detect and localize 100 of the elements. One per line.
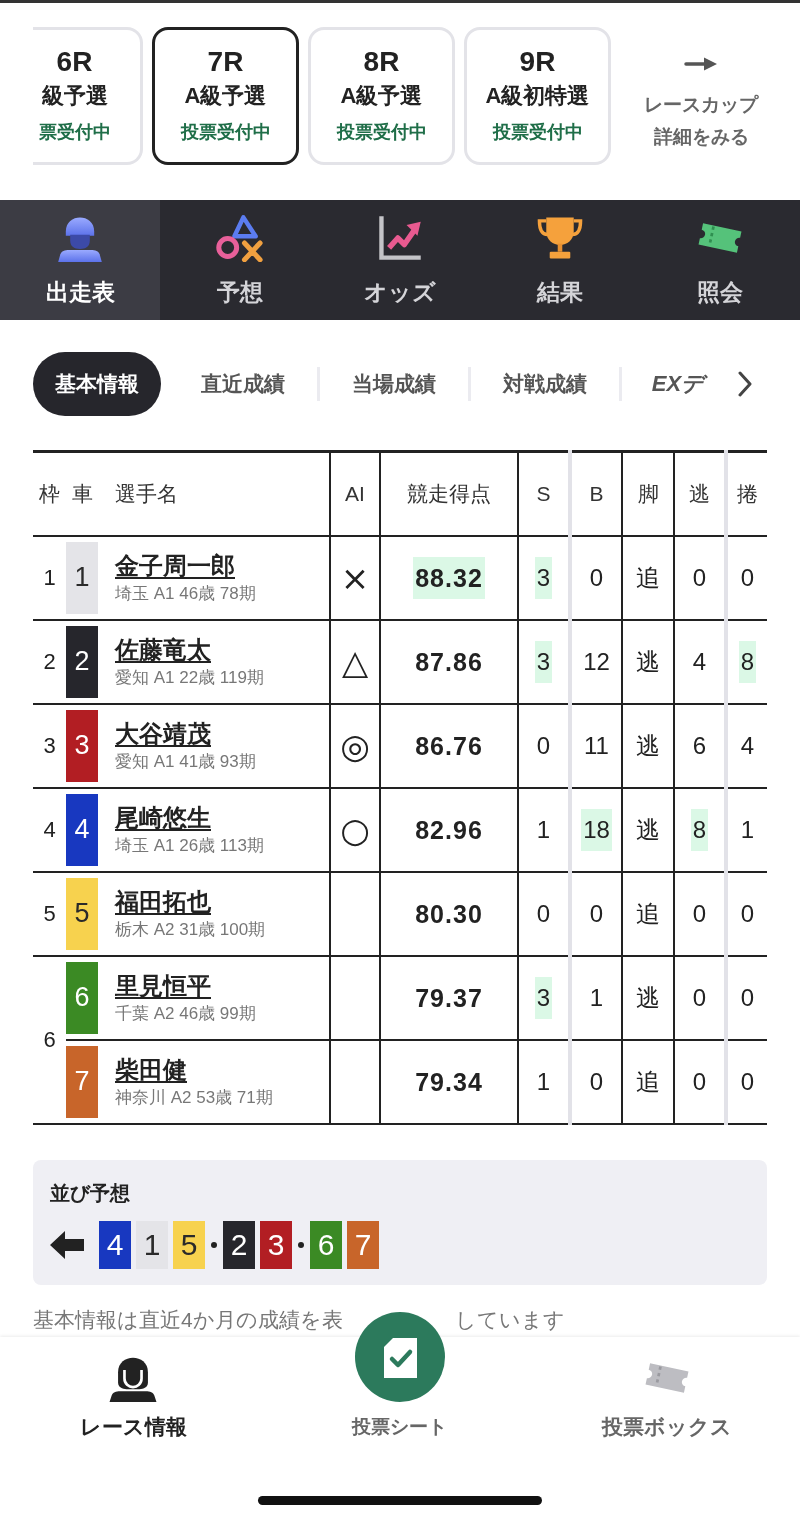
racer-name-link[interactable]: 金子周一郎 <box>115 549 235 582</box>
racer-profile-text: 愛知 A1 41歳 93期 <box>115 750 256 773</box>
car-number-tag: 7 <box>347 1220 379 1269</box>
race-score: 79.34 <box>414 1066 484 1098</box>
info-tab[interactable]: EXデ <box>622 352 734 416</box>
racer-name-link[interactable]: 佐藤竜太 <box>115 633 211 666</box>
stat-value: 0 <box>691 1066 708 1097</box>
stat-value: 6 <box>691 730 708 761</box>
column-header: 脚 <box>637 481 659 505</box>
column-header: 競走得点 <box>407 481 491 505</box>
race-tab[interactable]: 8R A級予選 投票受付中 <box>308 27 455 165</box>
column-header: S <box>536 481 551 505</box>
car-number-tag: 4 <box>99 1220 131 1269</box>
menu-tab[interactable]: 予想 <box>160 200 320 320</box>
car-number-tag: 3 <box>66 709 98 782</box>
column-header: B <box>589 481 604 505</box>
car-number-tag: 1 <box>136 1220 168 1269</box>
stat-value: 0 <box>691 898 708 929</box>
racer-name-link[interactable]: 里見恒平 <box>115 969 211 1002</box>
ai-mark: △ <box>341 641 369 682</box>
bottom-tab[interactable]: 投票ボックス <box>533 1337 800 1440</box>
stat-value: 3 <box>534 556 553 599</box>
trophy-icon <box>536 214 584 262</box>
chevron-right-icon[interactable] <box>738 371 752 397</box>
stat-value: 1 <box>535 814 552 845</box>
line-prediction-title: 並び予想 <box>50 1180 130 1206</box>
info-note-text: しています <box>454 1306 565 1333</box>
stat-value: 3 <box>534 976 553 1019</box>
car-number-tag: 5 <box>173 1220 205 1269</box>
column-header: 車 <box>71 481 93 505</box>
car-number-tag: 2 <box>66 625 98 698</box>
racer-profile-text: 栃木 A2 31歳 100期 <box>115 918 266 941</box>
ai-mark: ○ <box>340 809 370 850</box>
left-arrow-icon <box>50 1230 84 1259</box>
stat-value: 追 <box>635 898 661 929</box>
column-header: 選手名 <box>115 481 178 505</box>
shapes-icon <box>216 214 264 262</box>
racer-profile-text: 埼玉 A1 26歳 113期 <box>115 834 264 857</box>
frame-number: 3 <box>43 732 56 758</box>
racer-name-link[interactable]: 柴田健 <box>115 1053 187 1086</box>
car-number-tag: 1 <box>66 541 98 614</box>
racer-profile-text: 神奈川 A2 53歳 71期 <box>115 1086 273 1109</box>
menu-tab[interactable]: 出走表 <box>0 200 160 320</box>
racer-name-link[interactable]: 尾崎悠生 <box>115 801 211 834</box>
racer-name-link[interactable]: 大谷靖茂 <box>115 717 211 750</box>
stat-value: 0 <box>691 562 708 593</box>
frame-number: 4 <box>43 816 56 842</box>
car-number-tag: 6 <box>66 961 98 1034</box>
car-number-tag: 3 <box>260 1220 292 1269</box>
info-tab[interactable]: 基本情報 <box>33 352 161 416</box>
stat-value: 12 <box>582 646 611 677</box>
column-header: AI <box>345 481 365 505</box>
stat-value: 追 <box>635 1066 661 1097</box>
racer-profile-text: 千葉 A2 46歳 99期 <box>115 1002 256 1025</box>
separator-dot-icon <box>298 1241 304 1248</box>
race-cup-link[interactable]: レースカップ 詳細をみる <box>626 57 776 153</box>
stat-value: 3 <box>534 640 553 683</box>
stat-value: 0 <box>691 982 708 1013</box>
bottom-tab[interactable]: 投票シート <box>352 1312 448 1440</box>
column-header: 捲 <box>737 481 758 505</box>
stat-value: 8 <box>738 640 757 683</box>
race-score: 80.30 <box>414 898 484 930</box>
racer-profile-text: 埼玉 A1 46歳 78期 <box>115 582 256 605</box>
stat-value: 1 <box>535 1066 552 1097</box>
frame-number: 1 <box>43 564 56 590</box>
car-number-tag: 7 <box>66 1045 98 1118</box>
race-tab[interactable]: 9R A級初特選 投票受付中 <box>464 27 611 165</box>
stat-value: 0 <box>739 898 756 929</box>
stat-value: 0 <box>739 562 756 593</box>
info-tab[interactable]: 直近成績 <box>169 352 317 416</box>
stat-value: 逃 <box>635 814 661 845</box>
frame-number: 2 <box>43 648 56 674</box>
race-score: 82.96 <box>414 814 484 846</box>
car-number-tag: 4 <box>66 793 98 866</box>
racer-name-link[interactable]: 福田拓也 <box>115 885 211 918</box>
stat-value: 逃 <box>635 646 661 677</box>
ai-mark: ◎ <box>340 725 370 766</box>
race-score: 86.76 <box>414 730 484 762</box>
race-tab[interactable]: 7R A級予選 投票受付中 <box>152 27 299 165</box>
info-tab[interactable]: 当場成績 <box>320 352 468 416</box>
column-header: 逃 <box>689 481 710 505</box>
stat-value: 0 <box>588 898 605 929</box>
bottom-tab[interactable]: レース情報 <box>0 1337 267 1440</box>
info-note-text: 基本情報は直近4か月の成績を表 <box>33 1306 343 1333</box>
car-number-tag: 2 <box>223 1220 255 1269</box>
race-tab[interactable]: 6R 級予選 票受付中 <box>33 27 143 165</box>
separator-dot-icon <box>211 1241 217 1248</box>
frame-number: 5 <box>43 900 56 926</box>
menu-tab[interactable]: 照会 <box>640 200 800 320</box>
menu-tab[interactable]: 結果 <box>480 200 640 320</box>
stat-value: 1 <box>739 814 756 845</box>
stat-value: 0 <box>739 982 756 1013</box>
menu-tab[interactable]: オッズ <box>320 200 480 320</box>
line-chart-icon <box>376 214 424 262</box>
info-tab[interactable]: 対戦成績 <box>471 352 619 416</box>
race-score: 87.86 <box>414 646 484 678</box>
stat-value: 4 <box>739 730 756 761</box>
stat-value: 0 <box>588 562 605 593</box>
right-arrow-icon <box>684 57 718 71</box>
stat-value: 0 <box>588 1066 605 1097</box>
